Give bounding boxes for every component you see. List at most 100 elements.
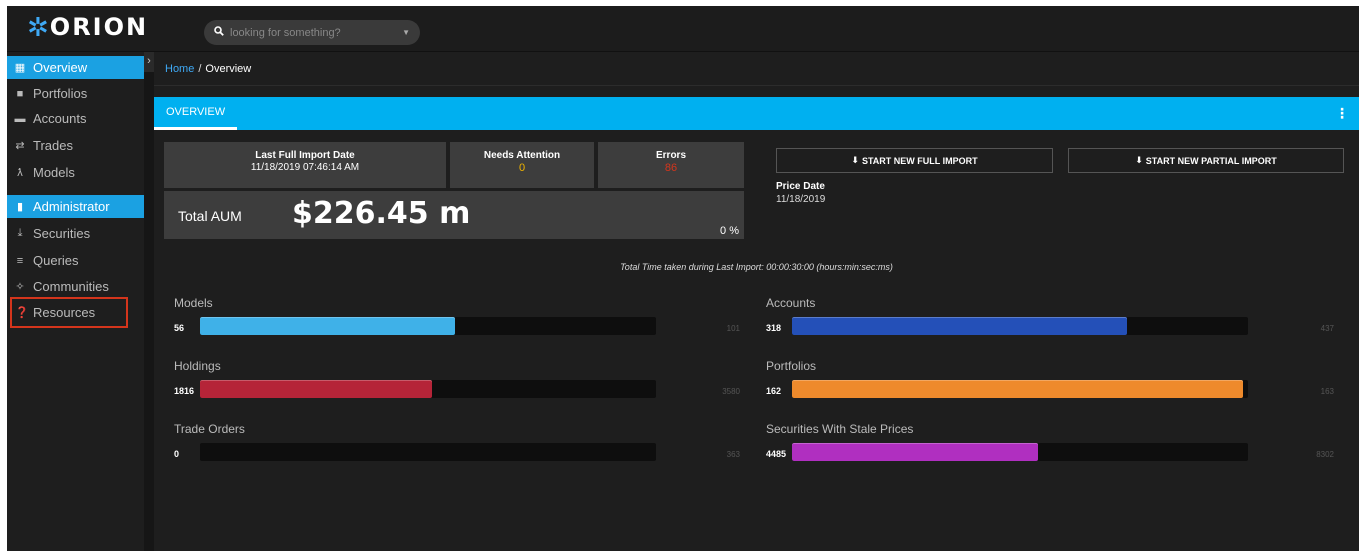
download-icon: ⬇ bbox=[851, 155, 859, 165]
metric-progress-fill bbox=[792, 443, 1039, 461]
top-bar: ✲ ORION ▼ bbox=[7, 6, 1359, 52]
metric-max: 8302 bbox=[1316, 450, 1334, 459]
start-full-import-label: START NEW FULL IMPORT bbox=[861, 155, 978, 166]
total-aum-label: Total AUM bbox=[178, 208, 242, 224]
portfolio-icon: ■ bbox=[16, 87, 24, 100]
sidebar-divider bbox=[144, 72, 154, 551]
briefcase-icon: ▬ bbox=[14, 112, 26, 125]
metric-progress-fill bbox=[200, 317, 456, 335]
metric-label: Models bbox=[174, 296, 213, 310]
sidebar-item-accounts[interactable]: ▬ Accounts bbox=[7, 107, 144, 130]
sidebar-item-label: Portfolios bbox=[33, 86, 88, 101]
sidebar-item-label: Models bbox=[33, 165, 75, 180]
list-icon: ≡ bbox=[16, 254, 24, 267]
metric-progress-bar bbox=[200, 317, 656, 335]
metric-progress-bar bbox=[792, 317, 1248, 335]
metric-label: Accounts bbox=[766, 296, 816, 310]
breadcrumb: Home / Overview bbox=[154, 52, 1359, 86]
logo-mark-icon: ✲ bbox=[27, 12, 49, 42]
metric-max: 437 bbox=[1320, 324, 1334, 333]
metric-progress-bar bbox=[792, 380, 1248, 398]
needs-attention-label: Needs Attention bbox=[483, 150, 561, 161]
sidebar-item-label: Resources bbox=[33, 305, 96, 320]
panel-header: OVERVIEW ⋮ bbox=[154, 97, 1359, 130]
sidebar-item-label: Queries bbox=[33, 253, 79, 268]
metric-progress-fill bbox=[792, 380, 1244, 398]
sidebar-item-label: Accounts bbox=[33, 111, 87, 126]
price-date-label: Price Date bbox=[776, 181, 825, 192]
last-import-card: Last Full Import Date 11/18/2019 07:46:1… bbox=[164, 142, 446, 188]
metric-progress-fill bbox=[792, 317, 1128, 335]
metric-label: Trade Orders bbox=[174, 422, 245, 436]
metric-count: 4485 bbox=[766, 449, 787, 459]
sidebar-item-portfolios[interactable]: ■ Portfolios bbox=[7, 82, 144, 105]
sidebar-item-trades[interactable]: ⇄ Trades bbox=[7, 134, 144, 157]
errors-label: Errors bbox=[655, 150, 686, 161]
metric-max: 3580 bbox=[722, 387, 740, 396]
last-import-value: 11/18/2019 07:46:14 AM bbox=[250, 162, 360, 173]
sidebar-item-communities[interactable]: ✧ Communities bbox=[7, 275, 144, 298]
exchange-icon: ⇄ bbox=[15, 140, 25, 152]
total-aum-percent: 0 % bbox=[720, 225, 739, 237]
import-duration-note: Total Time taken during Last Import: 00:… bbox=[620, 262, 893, 272]
errors-value: 86 bbox=[664, 162, 678, 174]
search-icon bbox=[214, 26, 224, 39]
metric-progress-bar bbox=[200, 380, 656, 398]
sidebar-collapse-button[interactable]: › bbox=[144, 52, 154, 72]
metric-count: 0 bbox=[174, 449, 180, 459]
download-icon: ⬇ bbox=[1135, 155, 1143, 165]
breadcrumb-separator: / bbox=[198, 62, 202, 75]
model-icon: ƛ bbox=[17, 166, 23, 179]
sidebar: ▦ Overview ■ Portfolios ▬ Accounts ⇄ Tra… bbox=[7, 52, 144, 551]
start-partial-import-label: START NEW PARTIAL IMPORT bbox=[1145, 155, 1277, 166]
sidebar-item-queries[interactable]: ≡ Queries bbox=[7, 249, 144, 272]
chevron-down-icon[interactable]: ▼ bbox=[402, 28, 410, 37]
logo-text: ORION bbox=[49, 13, 149, 41]
app-window: ✲ ORION ▼ ▦ Overview ■ Portfolios ▬ Acco… bbox=[7, 6, 1359, 551]
more-options-icon[interactable]: ⋮ bbox=[1335, 105, 1349, 122]
metric-progress-bar bbox=[200, 443, 656, 461]
errors-card[interactable]: Errors 86 bbox=[598, 142, 744, 188]
grid-icon: ▦ bbox=[14, 62, 26, 74]
sidebar-item-overview[interactable]: ▦ Overview bbox=[7, 56, 144, 79]
start-partial-import-button[interactable]: ⬇ START NEW PARTIAL IMPORT bbox=[1068, 148, 1344, 173]
tab-overview[interactable]: OVERVIEW bbox=[154, 97, 238, 130]
search-box[interactable]: ▼ bbox=[204, 20, 420, 45]
sidebar-item-label: Communities bbox=[33, 279, 109, 294]
sidebar-item-label: Securities bbox=[33, 226, 91, 241]
metric-max: 363 bbox=[726, 450, 740, 459]
metric-count: 1816 bbox=[174, 386, 195, 396]
metric-count: 162 bbox=[766, 386, 782, 396]
sidebar-item-securities[interactable]: ⤓ Securities bbox=[7, 222, 144, 245]
communities-icon: ✧ bbox=[15, 281, 25, 293]
total-aum-value: $226.45 m bbox=[292, 196, 471, 231]
metric-count: 56 bbox=[174, 323, 185, 333]
search-input[interactable] bbox=[230, 26, 403, 39]
total-aum-card: Total AUM $226.45 m 0 % bbox=[164, 191, 744, 239]
breadcrumb-home-link[interactable]: Home bbox=[165, 63, 194, 75]
last-import-label: Last Full Import Date bbox=[255, 150, 355, 161]
breadcrumb-current: Overview bbox=[205, 62, 252, 75]
metric-count: 318 bbox=[766, 323, 782, 333]
orion-logo[interactable]: ✲ ORION bbox=[27, 12, 148, 42]
needs-attention-value: 0 bbox=[518, 162, 526, 174]
securities-icon: ⤓ bbox=[17, 227, 23, 239]
sidebar-item-administrator[interactable]: ▮ Administrator bbox=[7, 195, 144, 218]
start-full-import-button[interactable]: ⬇ START NEW FULL IMPORT bbox=[776, 148, 1053, 173]
metric-label: Holdings bbox=[174, 359, 221, 373]
price-date-value: 11/18/2019 bbox=[776, 194, 826, 205]
sidebar-item-resources[interactable]: ❓ Resources bbox=[10, 297, 128, 328]
sidebar-item-label: Overview bbox=[33, 60, 88, 75]
needs-attention-card[interactable]: Needs Attention 0 bbox=[450, 142, 594, 188]
metric-label: Portfolios bbox=[766, 359, 817, 373]
metric-progress-bar bbox=[792, 443, 1248, 461]
question-icon: ❓ bbox=[15, 307, 29, 319]
sidebar-item-label: Trades bbox=[33, 138, 73, 153]
metric-max: 163 bbox=[1320, 387, 1334, 396]
overview-panel: Last Full Import Date 11/18/2019 07:46:1… bbox=[154, 130, 1359, 551]
admin-icon: ▮ bbox=[16, 201, 24, 213]
sidebar-item-label: Administrator bbox=[33, 199, 110, 214]
metric-progress-fill bbox=[200, 380, 432, 398]
metric-max: 101 bbox=[726, 324, 740, 333]
sidebar-item-models[interactable]: ƛ Models bbox=[7, 161, 144, 184]
